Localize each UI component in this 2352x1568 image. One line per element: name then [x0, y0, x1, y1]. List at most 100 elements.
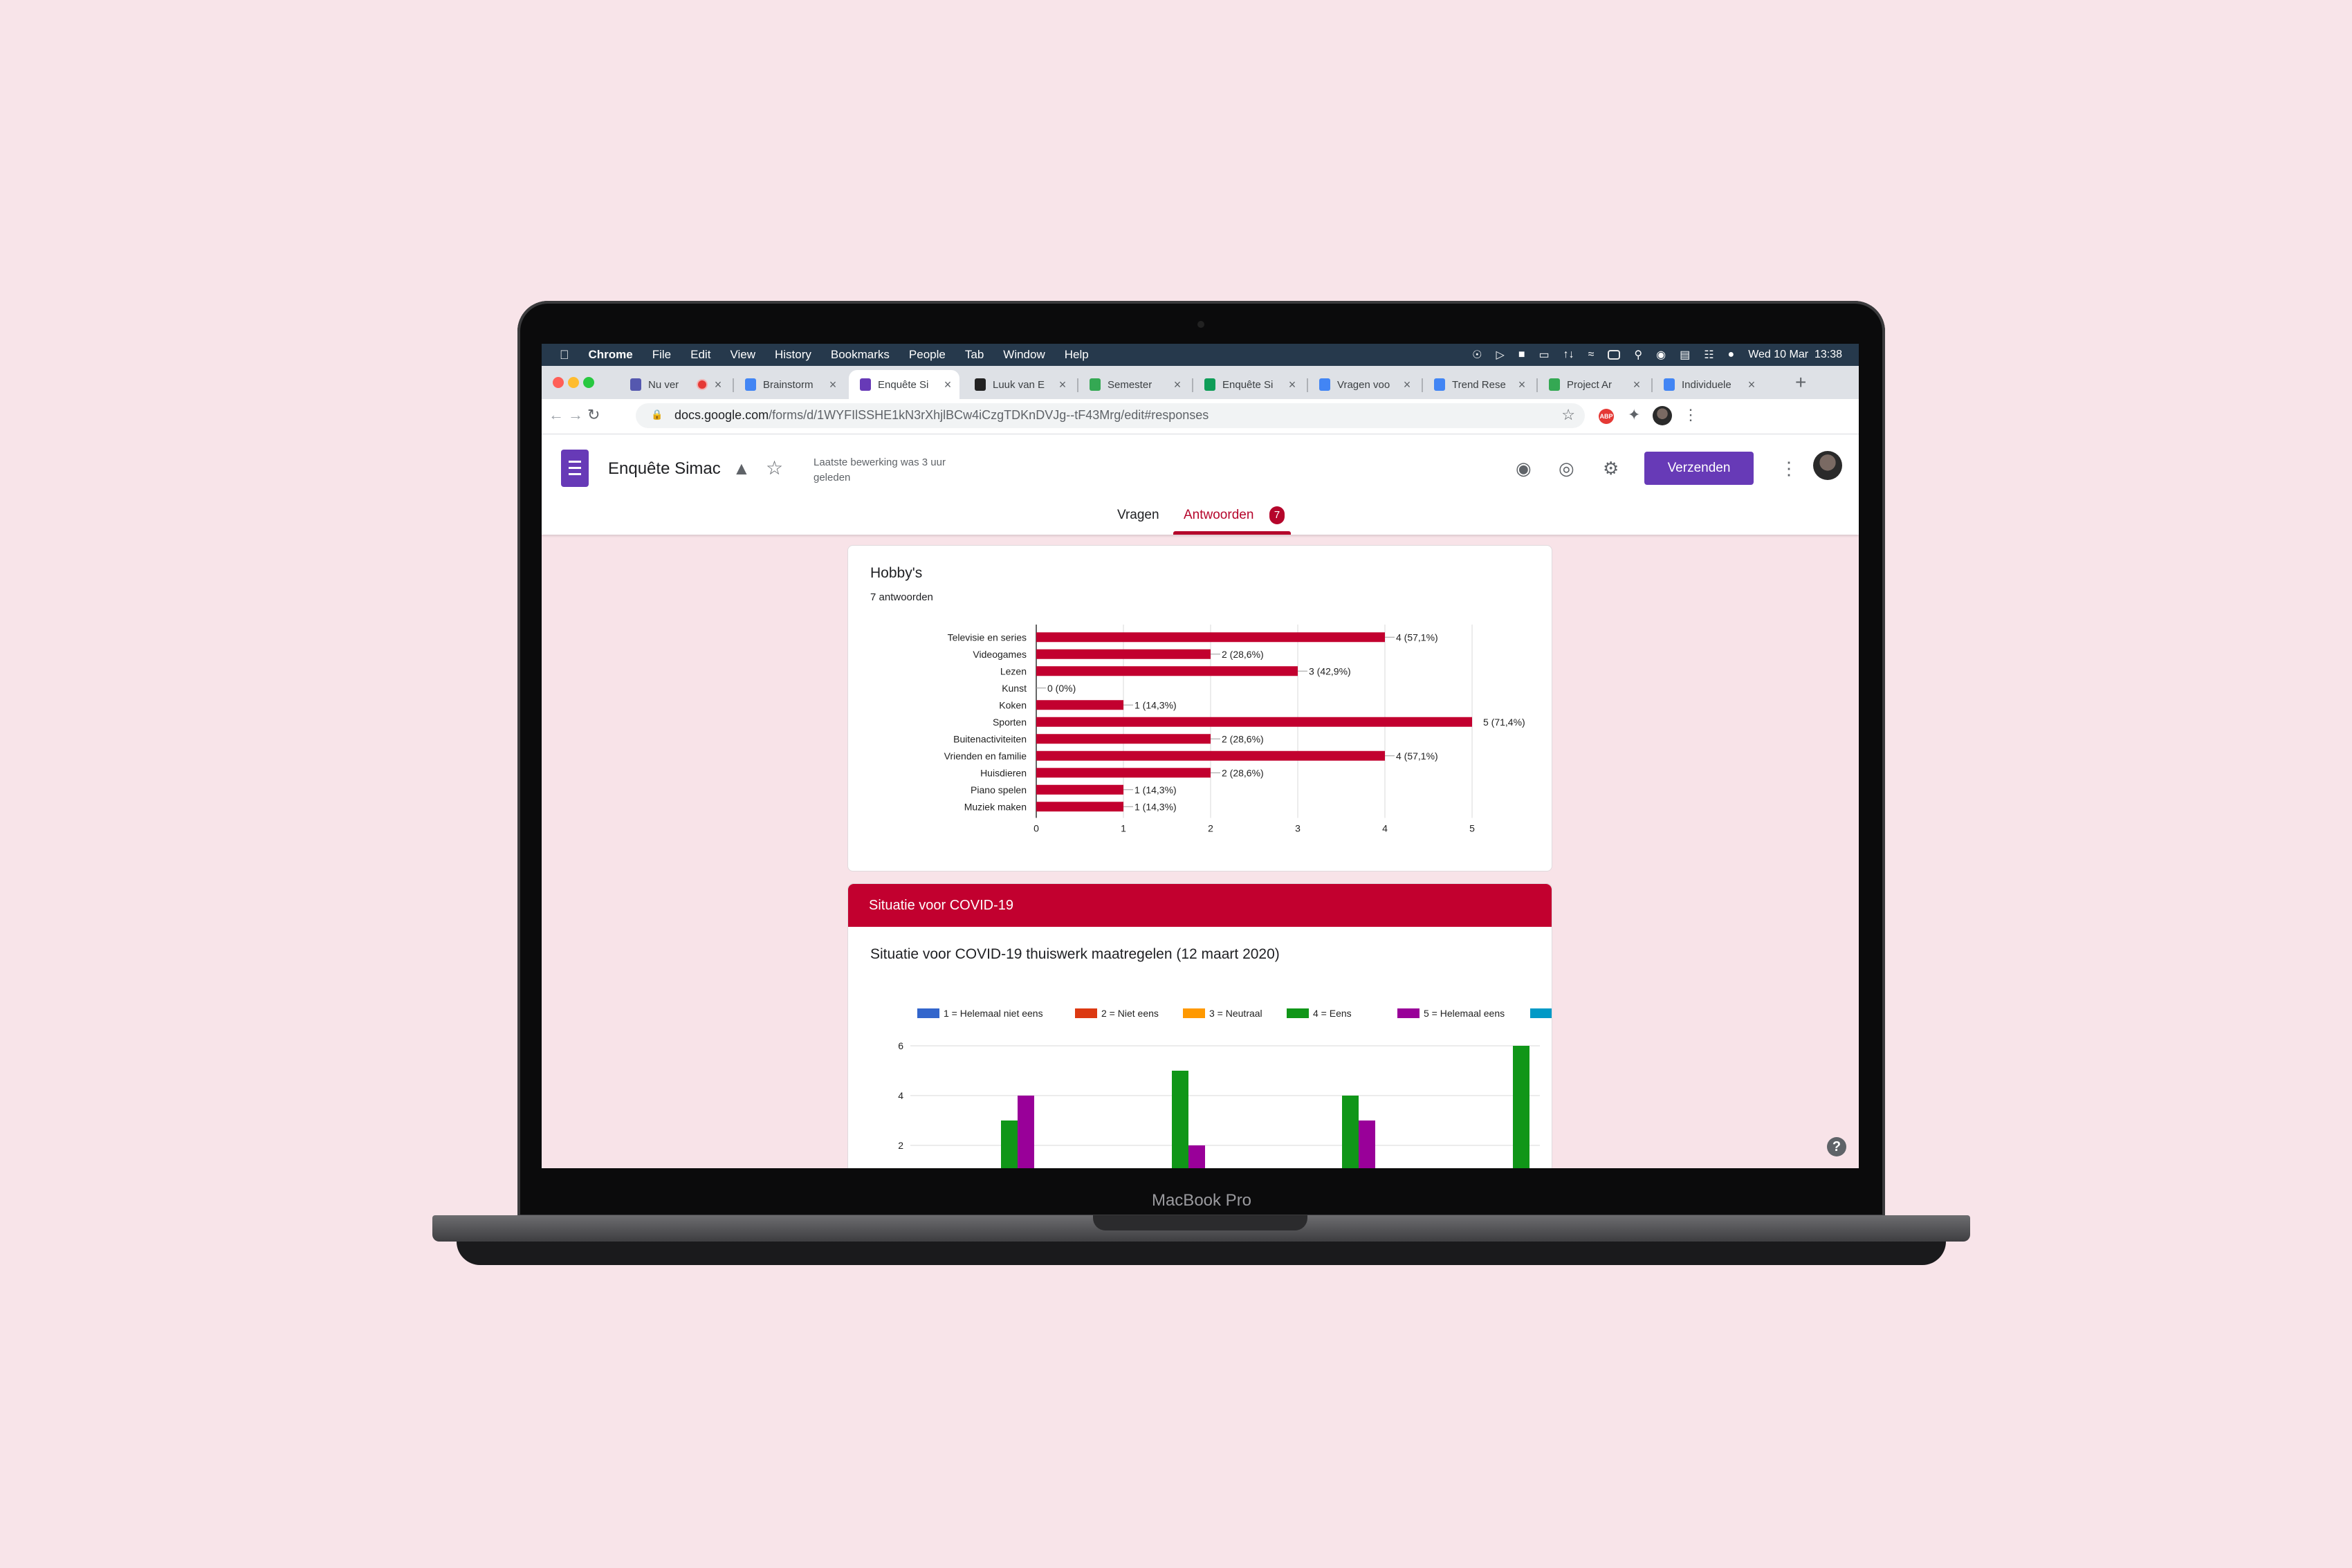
- siri-icon[interactable]: ●: [1728, 349, 1735, 361]
- adblock-icon[interactable]: ABP: [1599, 409, 1614, 424]
- teams-icon: [630, 378, 641, 391]
- menu-view[interactable]: View: [730, 348, 755, 362]
- elephant-icon[interactable]: ■: [1518, 349, 1525, 361]
- palette-icon[interactable]: ◉: [1516, 458, 1532, 479]
- menu-tab[interactable]: Tab: [965, 348, 984, 362]
- browser-tab[interactable]: Enquête Si ×: [1193, 370, 1304, 399]
- extensions-icon[interactable]: ✦: [1628, 406, 1640, 424]
- user-icon[interactable]: ◉: [1656, 348, 1666, 362]
- close-tab-icon[interactable]: ×: [940, 378, 955, 392]
- new-tab-button[interactable]: +: [1795, 371, 1806, 394]
- control-center-icon[interactable]: ☷: [1704, 348, 1714, 362]
- minimize-window-button[interactable]: [568, 377, 579, 388]
- zoom-window-button[interactable]: [583, 377, 594, 388]
- close-tab-icon[interactable]: ×: [1399, 378, 1415, 392]
- back-icon[interactable]: ←: [549, 406, 564, 424]
- data-label: 0 (0%): [1047, 683, 1076, 694]
- menu-people[interactable]: People: [909, 348, 946, 362]
- browser-tab[interactable]: Vragen voo ×: [1308, 370, 1419, 399]
- data-label: 1 (14,3%): [1134, 784, 1177, 795]
- close-window-button[interactable]: [553, 377, 564, 388]
- sheets-icon: [1204, 378, 1215, 391]
- menubar-clock[interactable]: Wed 10 Mar 13:38: [1748, 349, 1842, 361]
- forward-icon[interactable]: →: [568, 406, 583, 424]
- close-tab-icon[interactable]: ×: [1170, 378, 1185, 392]
- browser-tab[interactable]: Project Ar ×: [1538, 370, 1648, 399]
- more-options-icon[interactable]: ⋮: [1780, 458, 1798, 479]
- browser-tab[interactable]: Luuk van E ×: [964, 370, 1074, 399]
- bar: [1036, 700, 1123, 710]
- close-tab-icon[interactable]: ×: [1629, 378, 1644, 392]
- play-icon[interactable]: ▷: [1496, 348, 1505, 362]
- accessibility-icon[interactable]: ☉: [1472, 348, 1482, 362]
- bar: [1036, 632, 1385, 643]
- close-tab-icon[interactable]: ×: [710, 378, 726, 392]
- wifi-icon[interactable]: ≈: [1588, 349, 1595, 361]
- settings-gear-icon[interactable]: ⚙: [1603, 458, 1619, 479]
- mac-menubar:  Chrome File Edit View History Bookmark…: [542, 344, 1859, 366]
- legend-label: 1 = Helemaal niet eens: [944, 1008, 1043, 1019]
- menu-file[interactable]: File: [652, 348, 671, 362]
- active-tab-indicator: [1173, 531, 1291, 535]
- browser-tab[interactable]: Individuele ×: [1653, 370, 1763, 399]
- tab-title: Trend Rese: [1452, 378, 1506, 391]
- close-tab-icon[interactable]: ×: [1055, 378, 1070, 392]
- legend-swatch: [1287, 1008, 1309, 1018]
- tab-title: Enquête Si: [878, 378, 929, 391]
- browser-tab[interactable]: Trend Rese ×: [1423, 370, 1534, 399]
- last-edit-status[interactable]: Laatste bewerking was 3 uur geleden: [814, 455, 966, 486]
- account-avatar[interactable]: [1813, 451, 1842, 480]
- browser-tab[interactable]: Semester ×: [1078, 370, 1189, 399]
- question-title: Hobby's: [870, 565, 923, 581]
- close-tab-icon[interactable]: ×: [1514, 378, 1529, 392]
- menu-window[interactable]: Window: [1003, 348, 1045, 362]
- browser-tab[interactable]: Enquête Si ×: [849, 370, 959, 399]
- form-title[interactable]: Enquête Simac: [608, 459, 721, 479]
- move-to-drive-icon[interactable]: ▲: [733, 458, 751, 479]
- send-button[interactable]: Verzenden: [1644, 452, 1754, 485]
- apple-icon[interactable]: : [560, 348, 569, 362]
- bookmark-star-icon[interactable]: ☆: [1561, 406, 1575, 424]
- menu-help[interactable]: Help: [1065, 348, 1089, 362]
- chrome-menu-icon[interactable]: ⋮: [1683, 406, 1698, 424]
- drive-icon: [1090, 378, 1101, 391]
- forms-logo-icon[interactable]: [561, 450, 589, 487]
- preview-eye-icon[interactable]: ◎: [1559, 458, 1574, 479]
- address-bar[interactable]: 🔒 docs.google.com/forms/d/1WYFIlSSHE1kN3…: [636, 403, 1585, 428]
- menu-app-name[interactable]: Chrome: [589, 348, 633, 362]
- reload-icon[interactable]: ↻: [587, 406, 600, 424]
- menubar-status-area: ☉ ▷ ■ ▭ ↑↓ ≈ ⚲ ◉ ▤ ☷ ● Wed 10 Mar 13:38: [1472, 344, 1842, 366]
- x-tick-label: 5: [1469, 823, 1475, 834]
- close-tab-icon[interactable]: ×: [1744, 378, 1759, 392]
- spotlight-icon[interactable]: ⚲: [1634, 348, 1642, 362]
- url-text[interactable]: docs.google.com/forms/d/1WYFIlSSHE1kN3rX…: [674, 408, 1209, 423]
- browser-tab[interactable]: Nu ver ×: [619, 370, 730, 399]
- chrome-tab-strip: Nu ver × Brainstorm × Enquête Si × Luuk van E ×…: [542, 366, 1859, 399]
- lock-icon[interactable]: 🔒: [651, 409, 663, 421]
- legend-swatch: [1397, 1008, 1420, 1018]
- responses-count-badge: 7: [1269, 506, 1285, 524]
- x-tick-label: 1: [1121, 823, 1126, 834]
- help-icon[interactable]: ?: [1827, 1137, 1846, 1156]
- docs-icon: [745, 378, 756, 391]
- tab-responses[interactable]: Antwoorden: [1184, 508, 1253, 523]
- tab-questions[interactable]: Vragen: [1117, 508, 1159, 523]
- star-icon[interactable]: ☆: [766, 456, 783, 479]
- category-label: Sporten: [993, 717, 1027, 728]
- menu-edit[interactable]: Edit: [690, 348, 710, 362]
- browser-tab[interactable]: Brainstorm ×: [734, 370, 845, 399]
- keyboard-icon[interactable]: ▤: [1680, 348, 1690, 362]
- display-icon[interactable]: ▭: [1538, 348, 1549, 362]
- menu-bookmarks[interactable]: Bookmarks: [831, 348, 890, 362]
- laptop-notch: [1093, 1215, 1307, 1230]
- close-tab-icon[interactable]: ×: [825, 378, 840, 392]
- battery-icon[interactable]: [1608, 350, 1621, 360]
- close-tab-icon[interactable]: ×: [1285, 378, 1300, 392]
- recording-icon: [698, 380, 706, 389]
- hobbies-bar-chart: 0 1 2 3 4 5 Televisie en series 4 (57,1%) Videog…: [944, 625, 1525, 834]
- bar: [1036, 666, 1298, 676]
- profile-avatar[interactable]: [1653, 406, 1672, 425]
- section-header: Situatie voor COVID-19: [848, 884, 1552, 927]
- fork-icon[interactable]: ↑↓: [1563, 349, 1574, 361]
- menu-history[interactable]: History: [775, 348, 811, 362]
